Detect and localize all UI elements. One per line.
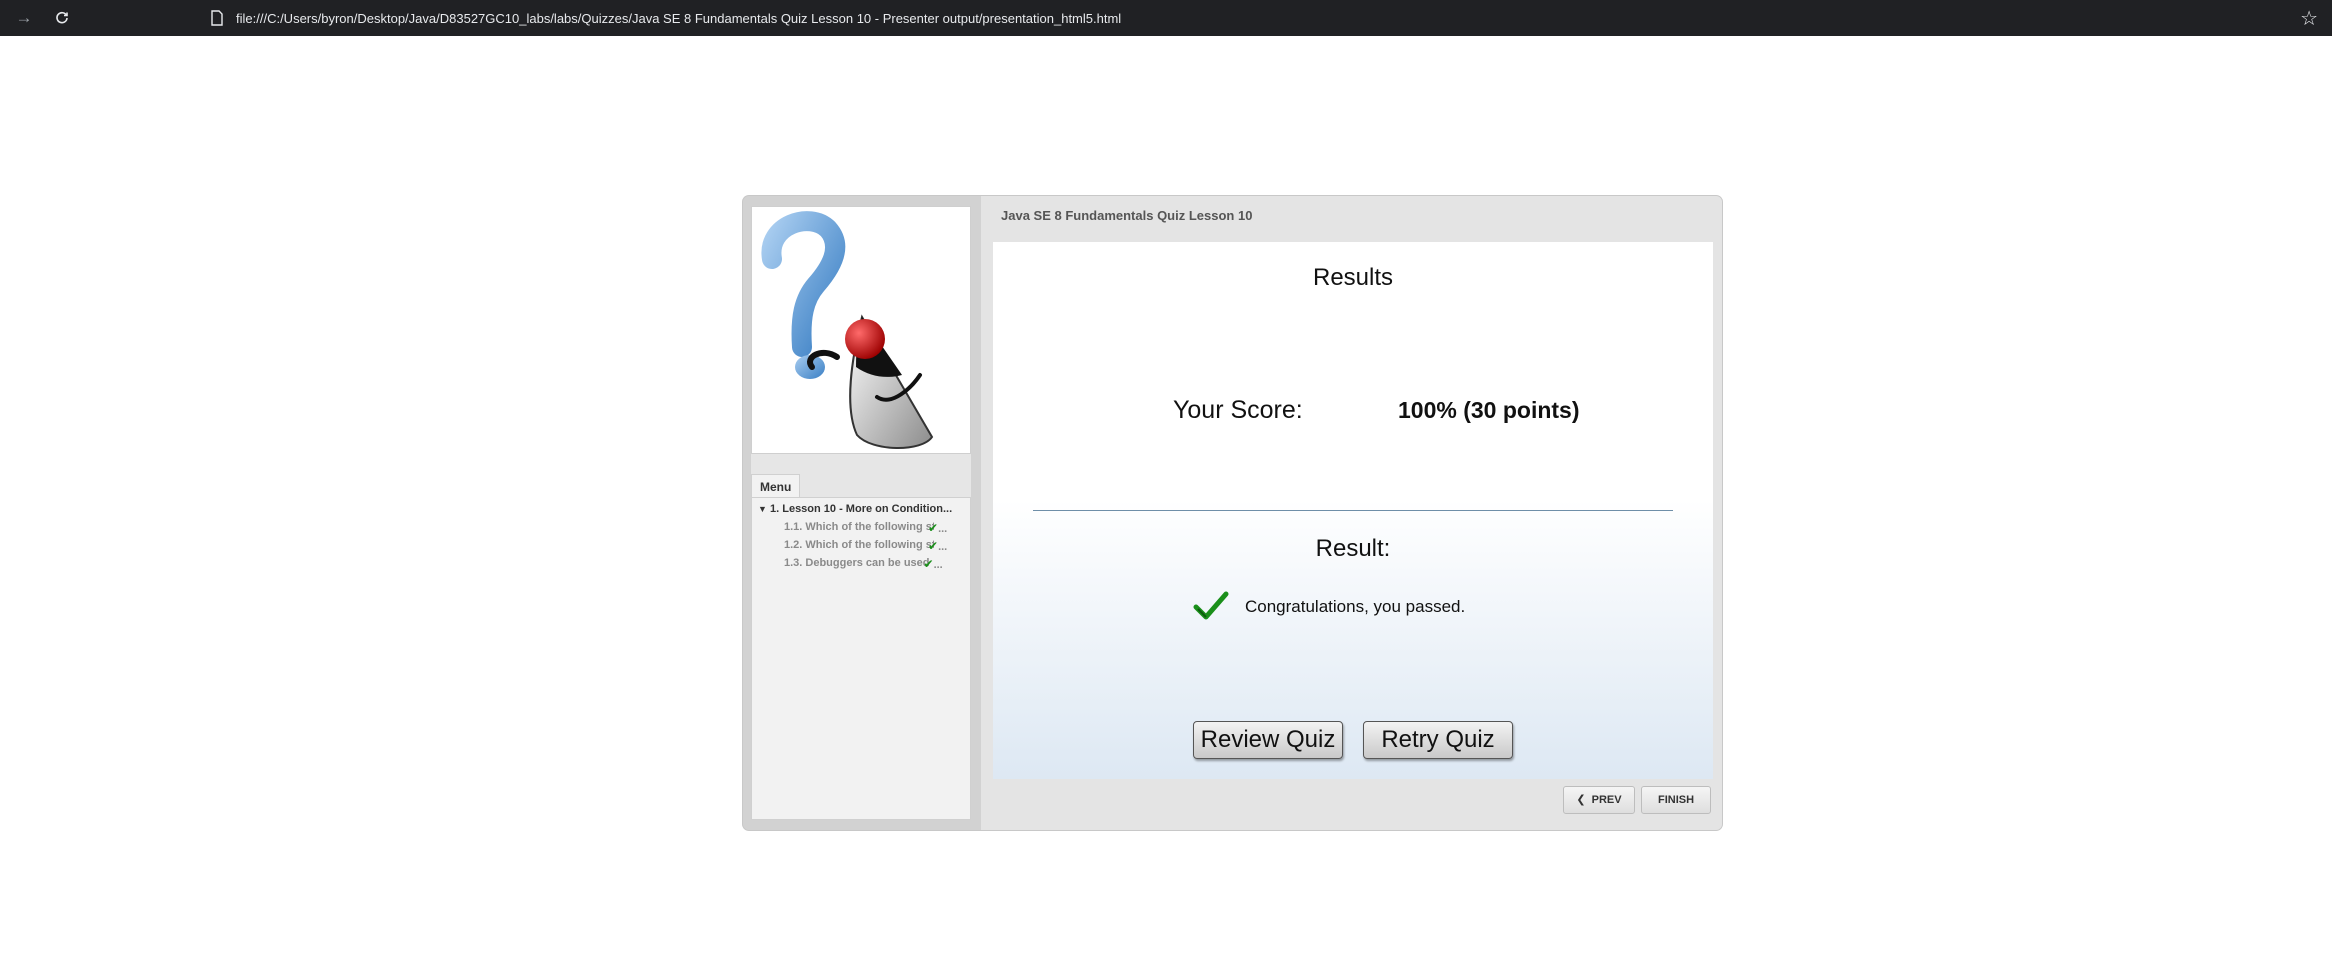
prev-label: PREV xyxy=(1591,794,1622,806)
menu-lesson-item[interactable]: ▼ 1. Lesson 10 - More on Condition... xyxy=(758,503,966,515)
menu-item-label: 1.1. Which of the following st xyxy=(784,521,934,533)
sidebar: Menu ▼ 1. Lesson 10 - More on Condition..… xyxy=(751,206,971,820)
star-icon[interactable]: ☆ xyxy=(2300,6,2318,31)
review-quiz-button[interactable]: Review Quiz xyxy=(1193,721,1343,759)
prev-button[interactable]: ❮ PREV xyxy=(1563,786,1635,814)
score-label: Your Score: xyxy=(1173,396,1303,424)
checkmark-icon: ✔ xyxy=(923,557,934,571)
menu-item-label: 1.2. Which of the following st xyxy=(784,539,934,551)
results-heading: Results xyxy=(1312,264,1394,291)
menu-item-1-1[interactable]: 1.1. Which of the following st✔... xyxy=(784,521,964,535)
menu-item-1-3[interactable]: 1.3. Debuggers can be used ✔... xyxy=(784,557,964,571)
reload-icon[interactable] xyxy=(50,6,74,30)
checkmark-icon: ✔ xyxy=(928,521,939,535)
back-arrow-icon[interactable]: → xyxy=(12,6,36,30)
quiz-player: Menu ▼ 1. Lesson 10 - More on Condition..… xyxy=(743,196,1722,830)
checkmark-icon xyxy=(1193,591,1229,620)
ellipsis: ... xyxy=(938,523,948,535)
question-mascot-image xyxy=(761,211,934,449)
menu-item-label: 1.3. Debuggers can be used xyxy=(784,557,930,569)
results-slide: Results Your Score: 100% (30 points) Res… xyxy=(993,242,1713,779)
chevron-left-icon: ❮ xyxy=(1576,794,1586,806)
finish-button[interactable]: FINISH xyxy=(1641,786,1711,814)
ellipsis: ... xyxy=(938,541,948,553)
file-icon xyxy=(211,10,223,26)
tab-menu[interactable]: Menu xyxy=(751,474,801,499)
menu-panel: ▼ 1. Lesson 10 - More on Condition... 1.1… xyxy=(751,497,971,820)
result-label: Result: xyxy=(1315,535,1391,562)
pass-message: Congratulations, you passed. xyxy=(1245,597,1466,616)
quiz-title: Java SE 8 Fundamentals Quiz Lesson 10 xyxy=(1001,208,1253,223)
menu-item-1-2[interactable]: 1.2. Which of the following st✔... xyxy=(784,539,964,553)
content-area: Java SE 8 Fundamentals Quiz Lesson 10 Re… xyxy=(981,196,1722,830)
divider xyxy=(1033,510,1673,511)
checkmark-icon: ✔ xyxy=(928,539,939,553)
quiz-logo xyxy=(751,206,971,454)
retry-quiz-button[interactable]: Retry Quiz xyxy=(1363,721,1513,759)
browser-toolbar: → file:///C:/Users/byron/Desktop/Java/D8… xyxy=(0,0,2332,36)
url-text[interactable]: file:///C:/Users/byron/Desktop/Java/D835… xyxy=(236,11,1121,26)
menu-lesson-label: 1. Lesson 10 - More on Condition... xyxy=(770,503,953,515)
score-value: 100% (30 points) xyxy=(1398,397,1580,423)
address-bar[interactable]: file:///C:/Users/byron/Desktop/Java/D835… xyxy=(210,5,1121,31)
ellipsis: ... xyxy=(933,559,943,571)
expand-caret-icon[interactable]: ▼ xyxy=(758,504,770,514)
